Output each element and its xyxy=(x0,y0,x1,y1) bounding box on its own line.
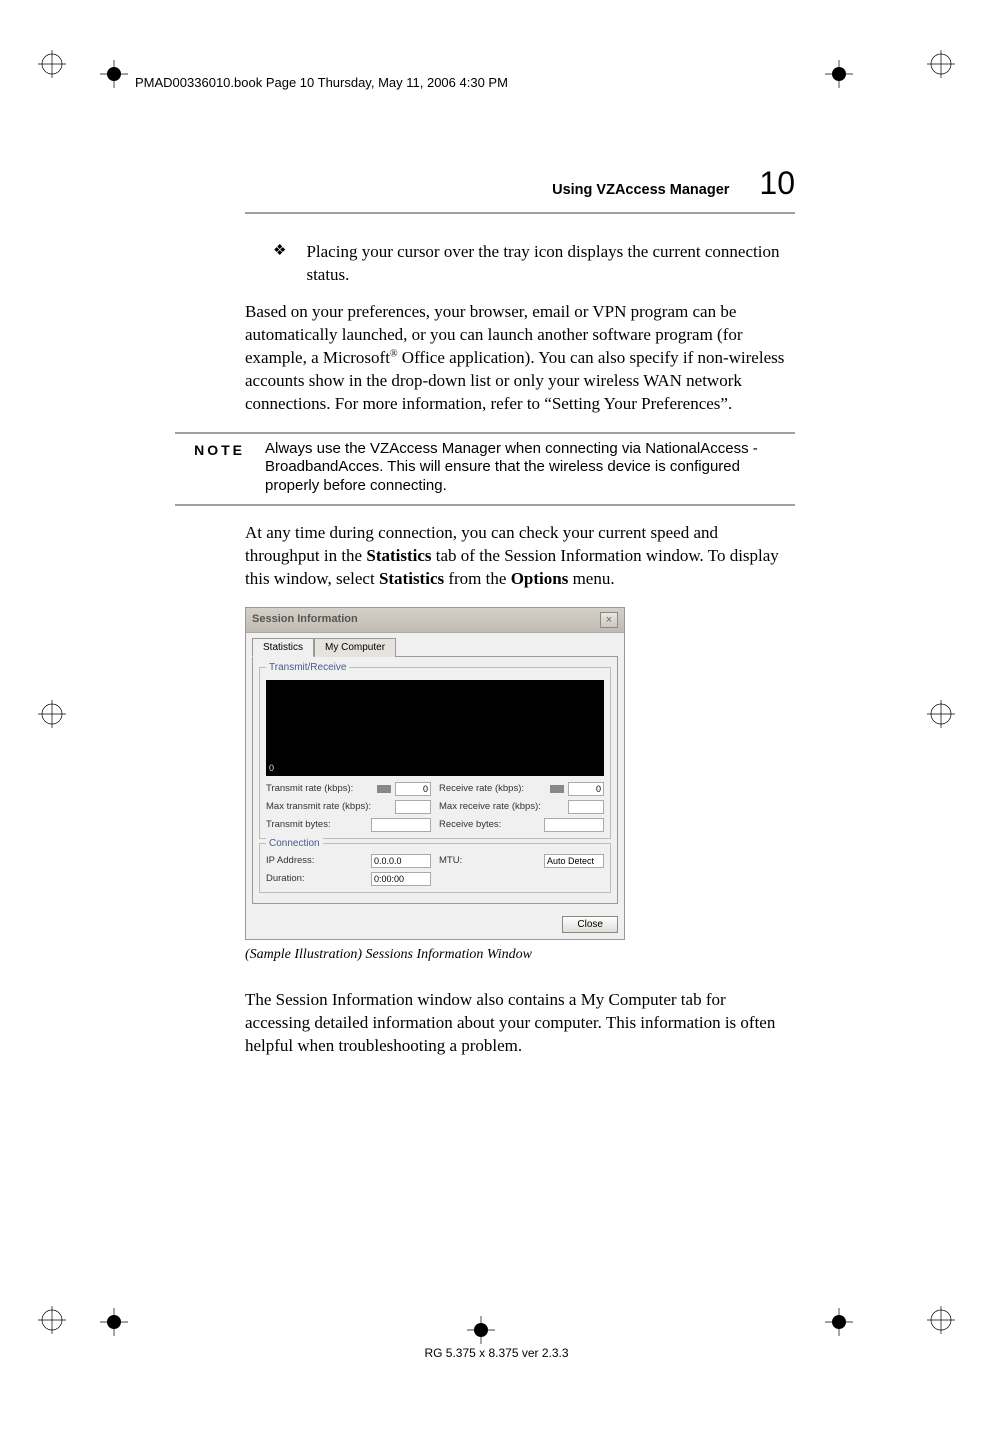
titlebar: Session Information × xyxy=(246,608,624,633)
duration-input[interactable] xyxy=(371,872,431,886)
paragraph: Based on your preferences, your browser,… xyxy=(245,301,795,416)
receive-rate-input[interactable] xyxy=(568,782,604,796)
ip-address-input[interactable] xyxy=(371,854,431,868)
note-text: Always use the VZAccess Manager when con… xyxy=(265,440,795,496)
crop-target-icon xyxy=(825,1308,853,1336)
ip-address-field: IP Address: xyxy=(266,854,431,868)
receive-bytes-input[interactable] xyxy=(544,818,604,832)
graph-axis-zero: 0 xyxy=(269,762,274,774)
page-number: 10 xyxy=(759,165,795,202)
transmit-receive-group: Transmit/Receive 0 Transmit rate (kbps):… xyxy=(259,667,611,839)
tab-my-computer[interactable]: My Computer xyxy=(314,638,396,658)
mtu-field: MTU: xyxy=(439,854,604,868)
crop-target-icon xyxy=(100,1308,128,1336)
transmit-rate-input[interactable] xyxy=(395,782,431,796)
close-icon[interactable]: × xyxy=(600,612,618,628)
crop-target-icon xyxy=(100,60,128,88)
chapter-title: Using VZAccess Manager xyxy=(552,182,729,198)
group-label: Transmit/Receive xyxy=(266,661,349,675)
connection-group: Connection IP Address: MTU: Duration: xyxy=(259,843,611,893)
transmit-bytes-field: Transmit bytes: xyxy=(266,818,431,832)
throughput-graph: 0 xyxy=(266,680,604,776)
max-transmit-rate-field: Max transmit rate (kbps): xyxy=(266,800,431,814)
swatch-icon xyxy=(377,785,391,793)
note-block: NOTE Always use the VZAccess Manager whe… xyxy=(175,432,795,506)
note-label: NOTE xyxy=(175,440,245,496)
crop-mark-icon xyxy=(927,700,955,728)
tab-statistics[interactable]: Statistics xyxy=(252,638,314,658)
group-label: Connection xyxy=(266,837,323,851)
crop-mark-icon xyxy=(38,50,66,78)
paragraph: The Session Information window also cont… xyxy=(245,989,795,1058)
crop-mark-icon xyxy=(927,50,955,78)
close-button[interactable]: Close xyxy=(562,916,618,933)
footer-version: RG 5.375 x 8.375 ver 2.3.3 xyxy=(424,1346,568,1360)
figure-caption: (Sample Illustration) Sessions Informati… xyxy=(245,946,795,965)
divider xyxy=(245,212,795,214)
max-transmit-rate-input[interactable] xyxy=(395,800,431,814)
crop-target-icon xyxy=(467,1316,495,1344)
crop-mark-icon xyxy=(38,1306,66,1334)
swatch-icon xyxy=(550,785,564,793)
running-header: Using VZAccess Manager 10 xyxy=(245,165,795,202)
paragraph: At any time during connection, you can c… xyxy=(245,522,795,591)
receive-rate-field: Receive rate (kbps): xyxy=(439,782,604,796)
book-header-line: PMAD00336010.book Page 10 Thursday, May … xyxy=(135,75,508,90)
transmit-bytes-input[interactable] xyxy=(371,818,431,832)
bullet-icon: ❖ xyxy=(273,241,286,287)
receive-bytes-field: Receive bytes: xyxy=(439,818,604,832)
transmit-rate-field: Transmit rate (kbps): xyxy=(266,782,431,796)
session-information-window: Session Information × Statistics My Comp… xyxy=(245,607,625,941)
max-receive-rate-field: Max receive rate (kbps): xyxy=(439,800,604,814)
max-receive-rate-input[interactable] xyxy=(568,800,604,814)
crop-mark-icon xyxy=(38,700,66,728)
crop-target-icon xyxy=(825,60,853,88)
crop-mark-icon xyxy=(927,1306,955,1334)
bullet-text: Placing your cursor over the tray icon d… xyxy=(306,241,795,287)
duration-field: Duration: xyxy=(266,872,431,886)
mtu-input[interactable] xyxy=(544,854,604,868)
window-title: Session Information xyxy=(252,612,358,627)
bullet-item: ❖ Placing your cursor over the tray icon… xyxy=(245,241,795,287)
